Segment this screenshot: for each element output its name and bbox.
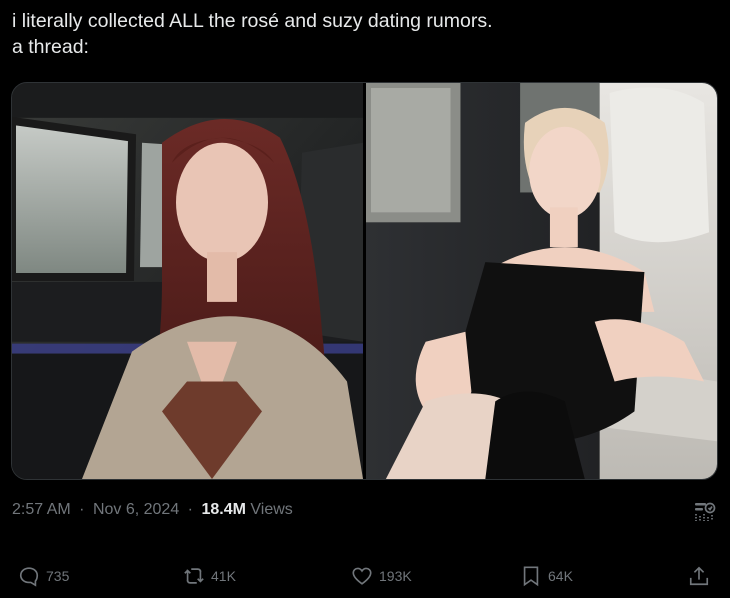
like-count: 193K — [379, 568, 412, 584]
meta-separator: · — [79, 501, 85, 518]
like-button[interactable]: 193K — [351, 559, 412, 593]
meta-separator: · — [187, 501, 193, 518]
photo-rose[interactable] — [366, 83, 717, 479]
repost-arrows-icon — [184, 568, 204, 584]
speech-bubble-icon — [19, 567, 39, 587]
reply-button[interactable]: 735 — [18, 559, 69, 593]
share-upload-icon — [689, 566, 709, 586]
tweet-text: i literally collected ALL the rosé and s… — [12, 8, 712, 60]
tweet-meta: 2:57 AM · Nov 6, 2024 · 18.4M Views — [12, 501, 293, 519]
tweet-time[interactable]: 2:57 AM — [12, 501, 71, 518]
repost-count: 41K — [211, 568, 236, 584]
tweet-date[interactable]: Nov 6, 2024 — [93, 501, 179, 518]
bookmark-icon — [523, 566, 539, 587]
media-grid — [11, 82, 718, 480]
share-button[interactable] — [688, 559, 710, 593]
bookmark-count: 64K — [548, 568, 573, 584]
photo-suzy[interactable] — [12, 83, 363, 479]
heart-icon — [352, 567, 372, 585]
bookmark-button[interactable]: 64K — [520, 559, 573, 593]
views-label: Views — [250, 501, 293, 518]
views-count: 18.4M — [201, 501, 246, 518]
tweet-text-line-2: a thread: — [12, 36, 89, 58]
repost-button[interactable]: 41K — [183, 559, 236, 593]
reply-count: 735 — [46, 568, 70, 584]
grok-analytics-icon[interactable] — [693, 500, 717, 524]
tweet-actions: 735 41K 193K 64K — [0, 559, 730, 593]
tweet-text-line-1: i literally collected ALL the rosé and s… — [12, 10, 493, 32]
